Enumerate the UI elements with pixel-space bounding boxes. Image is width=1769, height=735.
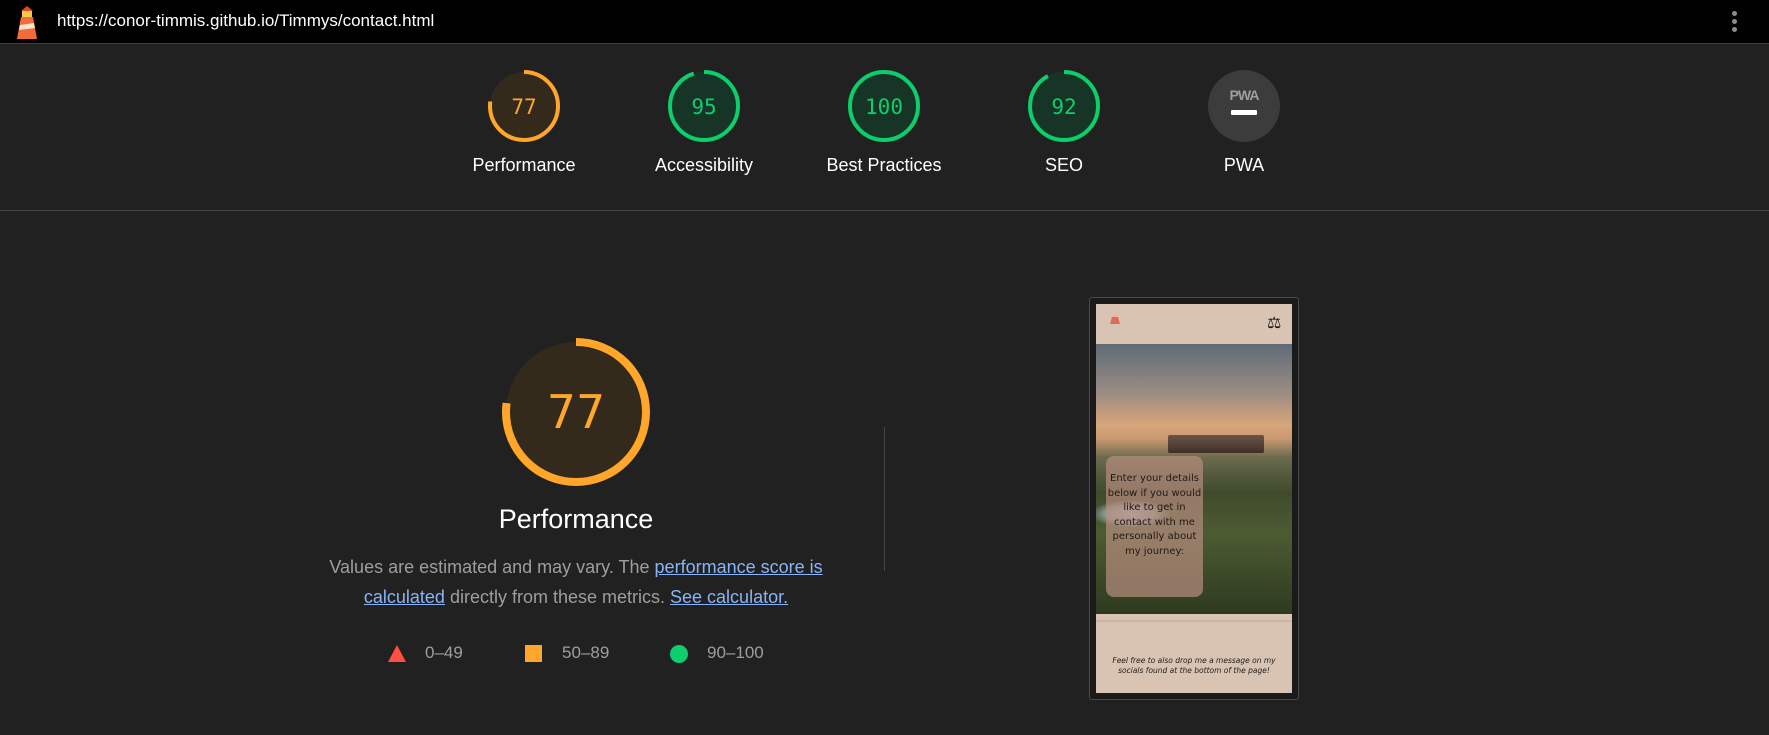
gauge-performance[interactable]: 77 Performance (454, 68, 594, 176)
hero-image: Enter your details below if you would li… (1096, 344, 1292, 614)
gauge-score: 95 (691, 95, 716, 119)
gauge-ring: 92 (1028, 70, 1100, 142)
gauge-score: 100 (865, 95, 903, 119)
gauge-score: 77 (511, 95, 536, 119)
gauge-label: Accessibility (654, 155, 754, 175)
legend-range: 0–49 (425, 643, 463, 662)
square-icon (525, 645, 542, 662)
desc-text: Values are estimated and may vary. The (329, 557, 655, 577)
gauge-best-practices[interactable]: 100 Best Practices (814, 68, 954, 176)
lodge-building (1168, 435, 1264, 453)
performance-title: Performance (498, 504, 654, 534)
performance-description: Values are estimated and may vary. The p… (316, 552, 836, 612)
page-url[interactable]: https://conor-timmis.github.io/Timmys/co… (57, 11, 434, 31)
triangle-icon (388, 645, 406, 662)
pwa-mark-text: PWA (1230, 87, 1260, 103)
contact-card: Enter your details below if you would li… (1106, 456, 1203, 597)
gauge-label: PWA (1223, 155, 1265, 175)
kebab-menu-icon[interactable] (1724, 8, 1744, 36)
divider-line (1096, 620, 1292, 622)
section-divider (884, 427, 885, 571)
gauge-ring: 77 (488, 70, 560, 142)
performance-score: 77 (546, 385, 606, 439)
legend-range: 50–89 (562, 643, 610, 662)
final-screenshot[interactable]: ⚖ Enter your details below if you would … (1089, 297, 1299, 700)
site-logo-icon (1110, 314, 1120, 324)
circle-icon (670, 645, 688, 663)
lighthouse-icon (17, 6, 37, 39)
see-calculator-link[interactable]: See calculator. (670, 587, 788, 607)
gauge-seo[interactable]: 92 SEO (994, 68, 1134, 176)
performance-gauge-large: 77 (500, 336, 652, 488)
gauge-ring: 95 (668, 70, 740, 142)
gauge-score: 92 (1051, 95, 1076, 119)
legend-range: 90–100 (707, 643, 764, 662)
socials-note: Feel free to also drop me a message on m… (1112, 656, 1276, 675)
gauge-pwa[interactable]: PWA PWA (1174, 68, 1314, 176)
pwa-badge-icon: PWA (1208, 70, 1280, 142)
top-bar: https://conor-timmis.github.io/Timmys/co… (0, 0, 1769, 44)
gauge-ring: 100 (848, 70, 920, 142)
gauge-label: Best Practices (826, 155, 942, 175)
scale-icon: ⚖ (1267, 315, 1282, 332)
category-gauges: 77 Performance 95 Accessibility 100 Best… (0, 44, 1769, 211)
screenshot-page: ⚖ Enter your details below if you would … (1096, 304, 1292, 693)
gauge-label: Performance (472, 155, 576, 175)
desc-text: directly from these metrics. (444, 587, 671, 607)
gauge-label: SEO (1044, 155, 1083, 175)
gauge-accessibility[interactable]: 95 Accessibility (634, 68, 774, 176)
